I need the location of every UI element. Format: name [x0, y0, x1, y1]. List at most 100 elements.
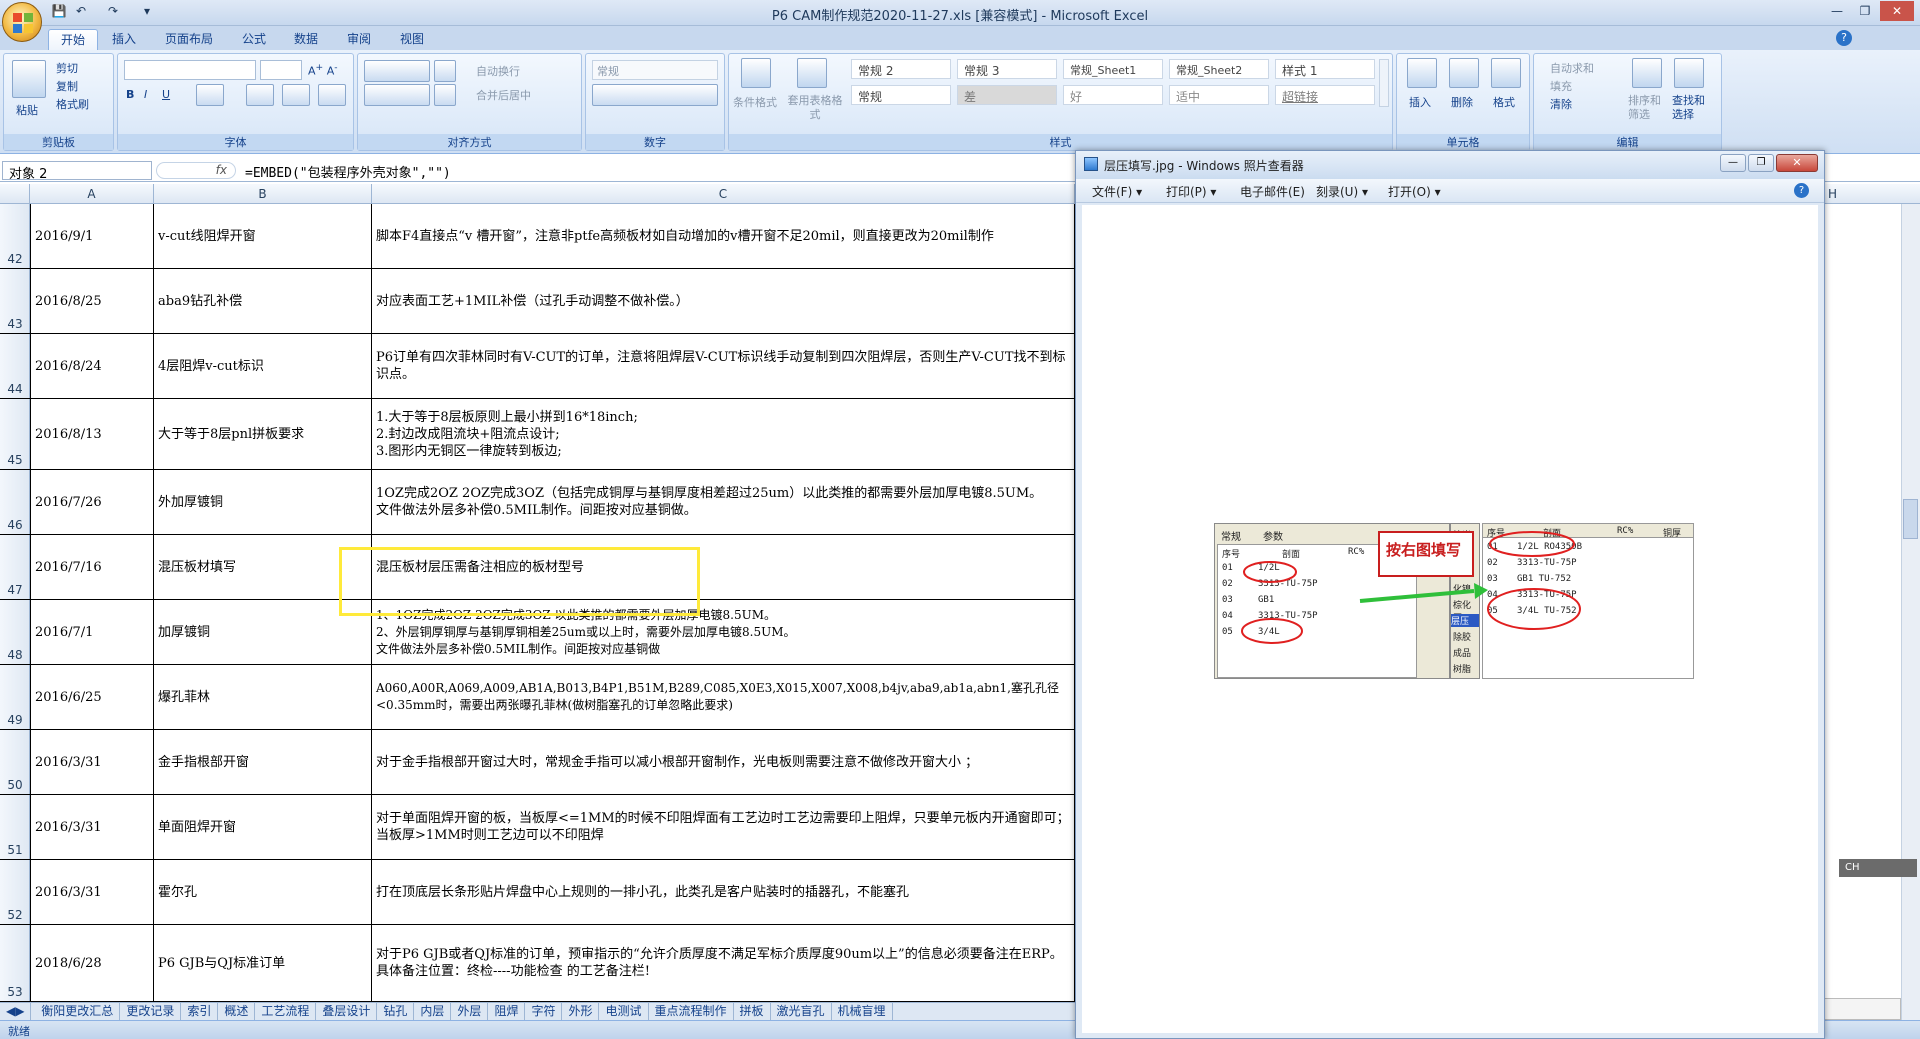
style-normal-2[interactable]: 常规 2 [851, 59, 951, 79]
desc-cell[interactable]: 对应表面工艺+1MIL补偿（过孔手动调整不做补偿。） [372, 269, 1075, 333]
sheet-tab[interactable]: 电测试 [599, 1003, 649, 1020]
delete-cells-button[interactable]: 删除 [1451, 94, 1473, 110]
indent-icon[interactable] [434, 84, 456, 106]
help-icon[interactable]: ? [1836, 30, 1852, 46]
font-color-icon[interactable] [282, 84, 310, 106]
style-normal[interactable]: 常规 [851, 85, 951, 105]
sheet-tab[interactable]: 内层 [414, 1003, 452, 1020]
sheet-tab[interactable]: 更改记录 [120, 1003, 182, 1020]
underline-icon[interactable]: U [162, 88, 170, 101]
column-header-a[interactable]: A [30, 184, 154, 204]
italic-icon[interactable]: I [144, 88, 147, 101]
insert-cells-icon[interactable] [1407, 58, 1437, 88]
item-cell[interactable]: P6 GJB与QJ标准订单 [154, 925, 372, 1001]
paste-button[interactable]: 粘贴 [16, 102, 38, 118]
date-cell[interactable]: 2016/8/25 [30, 269, 154, 333]
fill-color-icon[interactable] [246, 84, 274, 106]
viewer-close-icon[interactable]: ✕ [1776, 154, 1818, 172]
desc-cell[interactable]: 对于单面阻焊开窗的板，当板厚<=1MM的时候不印阻焊面有工艺边时工艺边需要印上阻… [372, 795, 1075, 859]
item-cell[interactable]: 4层阻焊v-cut标识 [154, 334, 372, 398]
find-select-icon[interactable] [1674, 58, 1704, 88]
desc-cell[interactable]: 打在顶底层长条形贴片焊盘中心上规则的一排小孔，此类孔是客户贴装时的插器孔，不能塞… [372, 860, 1075, 924]
sheet-tab[interactable]: 拼板 [734, 1003, 771, 1020]
style-bad[interactable]: 差 [957, 85, 1057, 105]
insert-cells-button[interactable]: 插入 [1409, 94, 1431, 110]
date-cell[interactable]: 2016/9/1 [30, 204, 154, 268]
phonetic-icon[interactable] [318, 84, 346, 106]
sort-filter-icon[interactable] [1632, 58, 1662, 88]
paste-icon[interactable] [12, 60, 46, 98]
sheet-tab[interactable]: 叠层设计 [316, 1003, 378, 1020]
sheet-tab[interactable]: 外形 [562, 1003, 600, 1020]
select-all-corner[interactable] [0, 184, 30, 204]
sheet-tab[interactable]: 钻孔 [377, 1003, 415, 1020]
orientation-icon[interactable] [434, 60, 456, 82]
sort-filter-button[interactable]: 排序和筛选 [1628, 94, 1666, 122]
sheet-tab[interactable]: 工艺流程 [255, 1003, 317, 1020]
redo-icon[interactable]: ↷ [104, 4, 122, 22]
save-icon[interactable]: 💾 [50, 4, 68, 22]
name-box[interactable]: 对象 2 [2, 161, 152, 182]
conditional-format-icon[interactable] [741, 58, 771, 88]
style-normal-sheet1[interactable]: 常规_Sheet1 [1063, 59, 1163, 79]
vertical-scrollbar[interactable] [1901, 204, 1920, 1020]
merge-center-button[interactable]: 合并后居中 [476, 87, 531, 103]
date-cell[interactable]: 2016/3/31 [30, 795, 154, 859]
tab-insert[interactable]: 插入 [100, 29, 148, 50]
conditional-format-button[interactable]: 条件格式 [733, 94, 777, 110]
menu-email[interactable]: 电子邮件(E) [1240, 183, 1305, 200]
tab-home[interactable]: 开始 [48, 29, 99, 50]
delete-cells-icon[interactable] [1449, 58, 1479, 88]
copy-button[interactable]: 复制 [56, 78, 78, 94]
viewer-maximize-icon[interactable]: ❐ [1748, 154, 1774, 172]
item-cell[interactable]: 霍尔孔 [154, 860, 372, 924]
sheet-tab[interactable]: 重点流程制作 [649, 1003, 734, 1020]
sheet-tab[interactable]: 阻焊 [488, 1003, 526, 1020]
style-neutral[interactable]: 适中 [1169, 85, 1269, 105]
format-painter-button[interactable]: 格式刷 [56, 96, 89, 112]
date-cell[interactable]: 2016/6/25 [30, 665, 154, 729]
date-cell[interactable]: 2016/8/13 [30, 399, 154, 469]
date-cell[interactable]: 2016/7/26 [30, 470, 154, 534]
wrap-text-button[interactable]: 自动换行 [476, 63, 520, 79]
item-cell[interactable]: 外加厚镀铜 [154, 470, 372, 534]
style-1[interactable]: 样式 1 [1275, 59, 1375, 79]
sheet-tab[interactable]: 概述 [218, 1003, 256, 1020]
tab-view[interactable]: 视图 [388, 29, 436, 50]
table-format-icon[interactable] [797, 58, 827, 88]
style-hyperlink[interactable]: 超链接 [1275, 85, 1375, 105]
date-cell[interactable]: 2016/8/24 [30, 334, 154, 398]
minimize-icon[interactable]: — [1824, 1, 1850, 21]
close-icon[interactable]: ✕ [1880, 1, 1914, 21]
cut-button[interactable]: 剪切 [56, 60, 78, 76]
desc-cell[interactable]: P6订单有四次菲林同时有V-CUT的订单，注意将阻焊层V-CUT标识线手动复制到… [372, 334, 1075, 398]
office-button[interactable] [2, 2, 42, 42]
table-format-button[interactable]: 套用表格格式 [785, 94, 845, 122]
item-cell[interactable]: 金手指根部开窗 [154, 730, 372, 794]
qat-dropdown-icon[interactable]: ▾ [138, 4, 156, 22]
column-header-b[interactable]: B [154, 184, 372, 204]
horizontal-align-icon[interactable] [364, 84, 430, 106]
column-header-c[interactable]: C [372, 184, 1075, 204]
item-cell[interactable]: 大于等于8层pnl拼板要求 [154, 399, 372, 469]
desc-cell[interactable]: 1.大于等于8层板原则上最小拼到16*18inch; 2.封边改成阻流块+阻流点… [372, 399, 1075, 469]
viewer-minimize-icon[interactable]: — [1720, 154, 1746, 172]
border-icon[interactable] [196, 84, 224, 106]
desc-cell[interactable]: 1OZ完成2OZ 2OZ完成3OZ（包括完成铜厚与基铜厚度相差超过25um）以此… [372, 470, 1075, 534]
fx-button[interactable]: fx [156, 162, 236, 179]
clear-button[interactable]: 清除 [1550, 96, 1572, 112]
grow-font-icon[interactable]: A+ A- [308, 62, 338, 78]
desc-cell[interactable]: 对于金手指根部开窗过大时，常规金手指可以减小根部开窗制作，光电板则需要注意不做修… [372, 730, 1075, 794]
format-cells-icon[interactable] [1491, 58, 1521, 88]
sheet-tab[interactable]: 索引 [181, 1003, 219, 1020]
style-good[interactable]: 好 [1063, 85, 1163, 105]
desc-cell[interactable]: A060,A00R,A069,A009,AB1A,B013,B4P1,B51M,… [372, 665, 1075, 729]
item-cell[interactable]: 爆孔菲林 [154, 665, 372, 729]
menu-burn[interactable]: 刻录(U) ▾ [1316, 183, 1368, 200]
date-cell[interactable]: 2018/6/28 [30, 925, 154, 1001]
autosum-button[interactable]: 自动求和 [1550, 60, 1594, 76]
item-cell[interactable]: 单面阻焊开窗 [154, 795, 372, 859]
tab-formulas[interactable]: 公式 [230, 29, 278, 50]
sheet-nav-icon[interactable]: ◀▶ [0, 1003, 32, 1020]
font-name-select[interactable] [124, 60, 256, 80]
